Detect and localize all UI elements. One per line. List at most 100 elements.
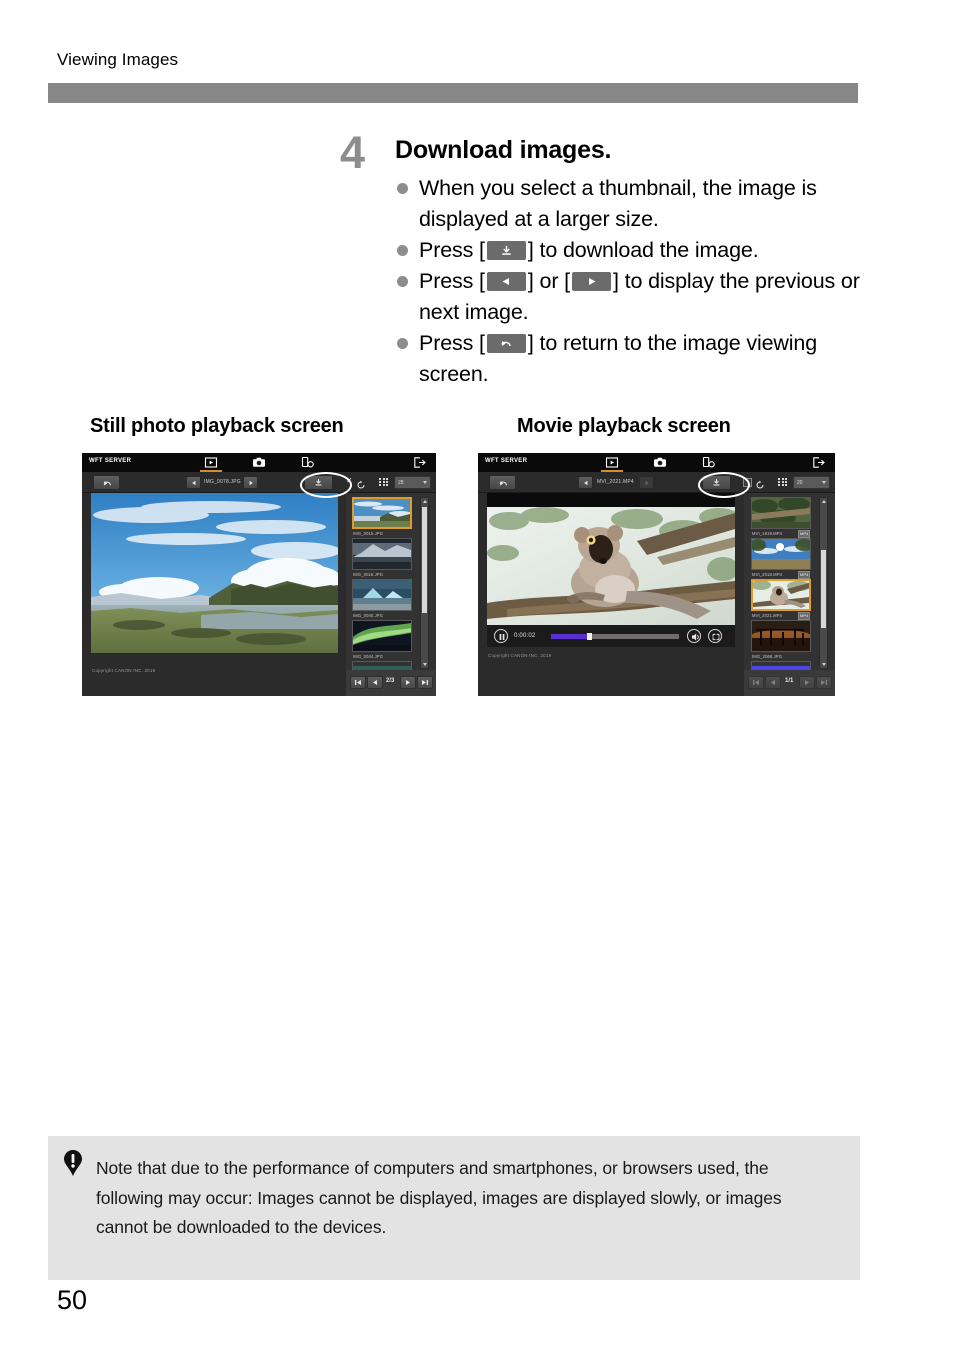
thumbnail-name: IMG_0015.JPG [353, 531, 384, 536]
movie-letterbox [487, 493, 735, 625]
seek-bar[interactable] [551, 633, 679, 640]
remote-tab-icon[interactable] [301, 456, 315, 469]
thumb-count-select-movie[interactable]: 20 [793, 476, 830, 489]
capture-tab-icon[interactable] [653, 456, 667, 469]
thumb-count-select-still[interactable]: 28 [394, 476, 431, 489]
wft-header-movie: WFT SERVER [478, 453, 835, 472]
capture-tab-icon[interactable] [252, 456, 266, 469]
still-photo-playback-screenshot: WFT SERVER IMG_0078.JPG ✓ 28 Copyright C… [82, 453, 436, 696]
bullet-dot-icon [397, 245, 408, 256]
movie-filename: MVI_2021.MP4 [597, 479, 634, 485]
movie-caption: Movie playback screen [517, 415, 731, 437]
movie-playback-screenshot: WFT SERVER MVI_2021.MP4 20 0:00:02 Copyr… [478, 453, 835, 696]
pager-label-movie: 1/1 [785, 678, 794, 684]
step-number: 4 [340, 127, 366, 178]
next-page-button-movie[interactable] [799, 676, 815, 689]
scroll-up-icon[interactable] [422, 500, 427, 503]
fullscreen-icon[interactable] [708, 629, 722, 643]
caution-note-text: Note that due to the performance of comp… [96, 1158, 782, 1237]
remote-tab-icon[interactable] [702, 456, 716, 469]
exit-icon[interactable] [413, 456, 427, 469]
scrollbar-thumb[interactable] [821, 550, 826, 628]
download-icon [486, 241, 526, 260]
still-preview-image[interactable] [91, 493, 338, 653]
last-page-button-movie[interactable] [816, 676, 832, 689]
next-page-button-still[interactable] [400, 676, 416, 689]
thumbnail-image[interactable] [751, 497, 811, 529]
grid-icon-still[interactable] [379, 478, 388, 486]
thumbnail-image[interactable] [751, 538, 811, 570]
playback-tab-icon[interactable] [605, 456, 619, 469]
prev-icon [486, 272, 526, 291]
step-title: Download images. [395, 136, 612, 164]
still-photo-caption: Still photo playback screen [90, 415, 344, 437]
pager-still: 2/3 [346, 670, 436, 696]
copyright-movie: Copyright CANON INC. 2019 [488, 653, 552, 658]
movie-time: 0:00:02 [514, 633, 536, 639]
prev-page-button-movie[interactable] [765, 676, 781, 689]
bullet-text-1: When you select a thumbnail, the image i… [419, 176, 817, 231]
first-page-button-movie[interactable] [748, 676, 764, 689]
thumbnail-image[interactable] [751, 579, 811, 611]
last-page-button-still[interactable] [417, 676, 433, 689]
grid-icon-movie[interactable] [778, 478, 787, 486]
chevron-down-icon [822, 481, 826, 484]
wft-header-still: WFT SERVER [82, 453, 436, 472]
next-button-movie[interactable] [639, 476, 654, 489]
caution-note-box: Note that due to the performance of comp… [48, 1136, 860, 1280]
pause-icon[interactable] [494, 629, 508, 643]
still-filename: IMG_0078.JPG [204, 479, 241, 485]
return-icon [486, 334, 526, 353]
thumbnail-image[interactable] [352, 497, 412, 529]
bullet-dot-icon [397, 183, 408, 194]
back-button-still[interactable] [93, 475, 120, 490]
scroll-up-icon[interactable] [821, 500, 826, 503]
refresh-checkbox-movie[interactable] [743, 478, 752, 487]
thumbnail-image[interactable] [352, 579, 412, 611]
header-rule [48, 83, 858, 103]
page-number: 50 [57, 1285, 88, 1315]
prev-page-button-still[interactable] [367, 676, 383, 689]
bullet-item-4: Press [] to return to the image viewing … [397, 328, 867, 390]
exit-icon[interactable] [812, 456, 826, 469]
scroll-down-icon[interactable] [422, 663, 427, 666]
back-button-movie[interactable] [489, 475, 516, 490]
bullet-3-post: ] to display the previous or next image. [419, 269, 860, 324]
movie-viewer-pane: 0:00:02 Copyright CANON INC. 2019 [478, 493, 744, 696]
prev-button-still[interactable] [186, 476, 201, 489]
bullet-text-4: Press [] to return to the image viewing … [419, 328, 867, 390]
prev-button-movie[interactable] [578, 476, 593, 489]
pager-label-still: 2/3 [386, 678, 395, 684]
seek-progress [551, 634, 587, 639]
thumbnail-name: MVI_2018.MP4 [752, 572, 783, 577]
thumbnail-name: IMG_0044.JPG [353, 654, 384, 659]
thumbnail-panel-still: IMG_0015.JPG IMG_0016.JPG IMG_0040.JPG I… [346, 493, 436, 671]
thumbnail-scrollbar-still[interactable] [420, 497, 429, 669]
movie-playback-controls: 0:00:02 [487, 625, 735, 647]
scrollbar-thumb[interactable] [422, 507, 427, 613]
thumbnail-image[interactable] [751, 620, 811, 652]
download-button-still[interactable] [304, 475, 333, 490]
seek-knob[interactable] [587, 633, 592, 640]
thumbnail-image[interactable] [352, 538, 412, 570]
scroll-down-icon[interactable] [821, 663, 826, 666]
bullet-text-3: Press [ ] or [] to display the previous o… [419, 266, 867, 328]
next-button-still[interactable] [243, 476, 258, 489]
thumbnail-scrollbar-movie[interactable] [819, 497, 828, 669]
bullet-dot-icon [397, 276, 408, 287]
movie-toolbar: MVI_2021.MP4 20 [478, 472, 835, 493]
movie-preview-frame[interactable] [487, 507, 735, 625]
download-button-movie[interactable] [702, 475, 731, 490]
bullet-3-mid: ] or [ [527, 269, 570, 293]
playback-tab-icon[interactable] [204, 456, 218, 469]
thumbnail-badge: MP4 [798, 530, 811, 538]
refresh-checkbox-still[interactable]: ✓ [346, 477, 353, 485]
chevron-down-icon [423, 481, 427, 484]
thumbnail-name: IMG_0016.JPG [353, 572, 384, 577]
bullet-2-post: ] to download the image. [527, 238, 759, 262]
caution-icon [63, 1150, 83, 1176]
bullet-3-pre: Press [ [419, 269, 485, 293]
first-page-button-still[interactable] [350, 676, 366, 689]
volume-icon[interactable] [687, 629, 701, 643]
thumbnail-image[interactable] [352, 620, 412, 652]
